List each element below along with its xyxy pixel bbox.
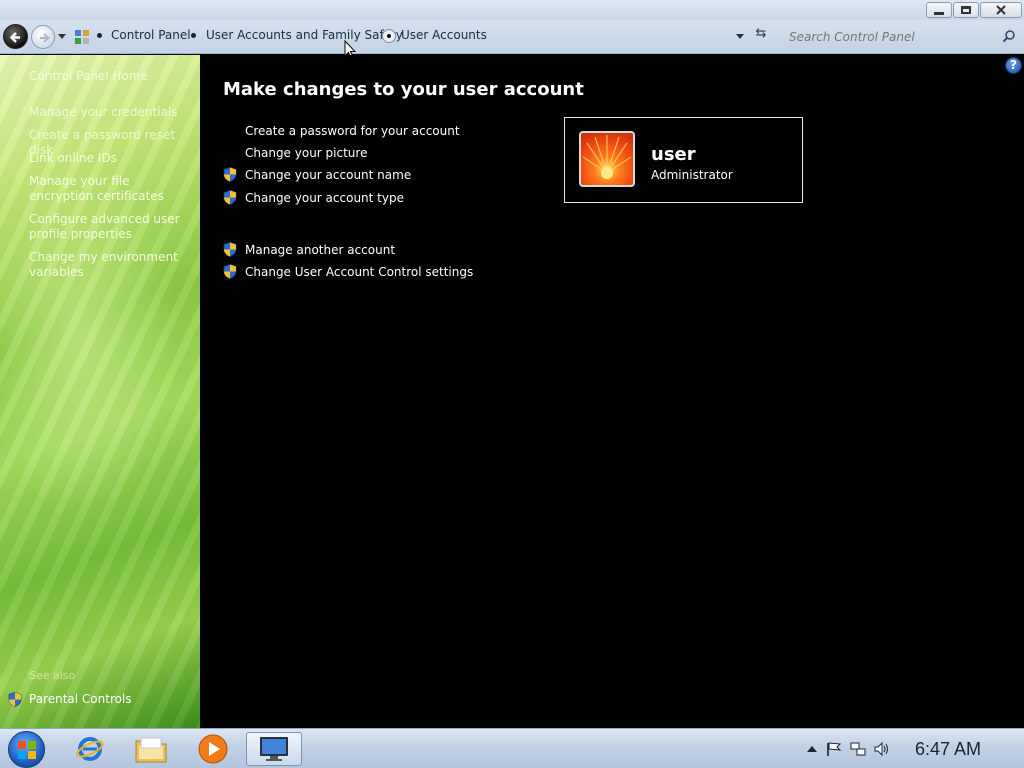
uac-shield-icon <box>223 264 237 279</box>
address-bar: Control Panel User Accounts and Family S… <box>0 20 1024 54</box>
folder-icon <box>135 737 167 763</box>
avatar <box>579 131 635 187</box>
breadcrumb-separator[interactable] <box>191 33 196 38</box>
minimize-icon <box>927 3 951 17</box>
left-navigation-pane: Control Panel Home Manage your credentia… <box>0 55 200 728</box>
windows-logo-icon <box>18 741 36 759</box>
user-account-type: Administrator <box>651 168 733 182</box>
uac-shield-icon <box>223 167 237 182</box>
environment-variables-link[interactable]: Change my environment variables <box>29 250 194 280</box>
monitor-icon <box>260 737 288 761</box>
search-icon[interactable] <box>1002 29 1016 43</box>
create-password-link[interactable]: Create a password for your account <box>245 124 460 138</box>
breadcrumb-control-panel[interactable]: Control Panel <box>111 28 191 42</box>
media-player-taskbar-button[interactable] <box>185 732 241 766</box>
file-encryption-certificates-link[interactable]: Manage your file encryption certificates <box>29 174 194 204</box>
search-box <box>786 26 1020 48</box>
user-account-tile: user Administrator <box>564 117 803 203</box>
network-icon[interactable] <box>850 742 866 756</box>
uac-shield-icon <box>223 242 237 257</box>
volume-icon[interactable] <box>874 742 890 756</box>
uac-shield-icon <box>223 190 237 205</box>
action-center-flag-icon[interactable] <box>826 742 842 756</box>
forward-arrow-icon <box>40 33 51 43</box>
change-picture-link[interactable]: Change your picture <box>245 146 367 160</box>
start-button[interactable] <box>8 731 45 768</box>
restore-button[interactable] <box>953 2 979 18</box>
help-button[interactable]: ? <box>1005 57 1022 74</box>
windows-explorer-taskbar-button[interactable] <box>123 732 179 766</box>
control-panel-taskbar-button[interactable] <box>246 732 302 766</box>
advanced-profile-properties-link[interactable]: Configure advanced user profile properti… <box>29 212 194 242</box>
see-also-heading: See also <box>29 669 76 682</box>
refresh-icon[interactable]: ⇆ <box>752 26 770 44</box>
internet-explorer-icon <box>76 737 104 761</box>
breadcrumb-separator[interactable] <box>97 33 102 38</box>
help-icon: ? <box>1010 58 1017 72</box>
show-hidden-icons-icon[interactable] <box>804 742 820 756</box>
breadcrumb: Control Panel User Accounts and Family S… <box>70 25 778 49</box>
recent-pages-dropdown-icon[interactable] <box>58 34 66 39</box>
search-input[interactable] <box>786 27 986 47</box>
shield-icon <box>8 692 22 707</box>
change-account-type-link[interactable]: Change your account type <box>245 191 404 205</box>
taskbar: 6:47 AM <box>0 728 1024 768</box>
breadcrumb-user-accounts[interactable]: User Accounts <box>401 28 487 42</box>
user-name: user <box>651 144 696 165</box>
breadcrumb-separator-active[interactable] <box>382 29 396 43</box>
breadcrumb-user-accounts-family-safety[interactable]: User Accounts and Family Safety <box>206 28 403 42</box>
caption-buttons <box>926 2 1022 18</box>
flower-picture-icon <box>582 135 632 179</box>
forward-button[interactable] <box>31 25 55 49</box>
manage-credentials-link[interactable]: Manage your credentials <box>29 105 194 120</box>
control-panel-home-link[interactable]: Control Panel Home <box>29 69 194 84</box>
manage-another-account-link[interactable]: Manage another account <box>245 243 395 257</box>
address-dropdown-icon[interactable] <box>736 34 744 39</box>
back-button[interactable] <box>3 24 28 49</box>
close-icon <box>981 3 1021 17</box>
internet-explorer-taskbar-button[interactable] <box>62 732 118 766</box>
title-bar <box>0 0 1024 20</box>
restore-icon <box>954 3 978 17</box>
back-arrow-icon <box>9 32 20 43</box>
main-content: ? Make changes to your user account Crea… <box>200 55 1024 728</box>
page-title: Make changes to your user account <box>223 79 584 100</box>
close-button[interactable] <box>980 2 1022 18</box>
change-account-name-link[interactable]: Change your account name <box>245 168 411 182</box>
minimize-button[interactable] <box>926 2 952 18</box>
uac-settings-link[interactable]: Change User Account Control settings <box>245 265 473 279</box>
parental-controls-link[interactable]: Parental Controls <box>29 692 132 706</box>
control-panel-icon <box>75 30 89 44</box>
clock[interactable]: 6:47 AM <box>915 739 981 760</box>
media-player-icon <box>198 734 228 764</box>
link-online-ids-link[interactable]: Link online IDs <box>29 151 194 166</box>
